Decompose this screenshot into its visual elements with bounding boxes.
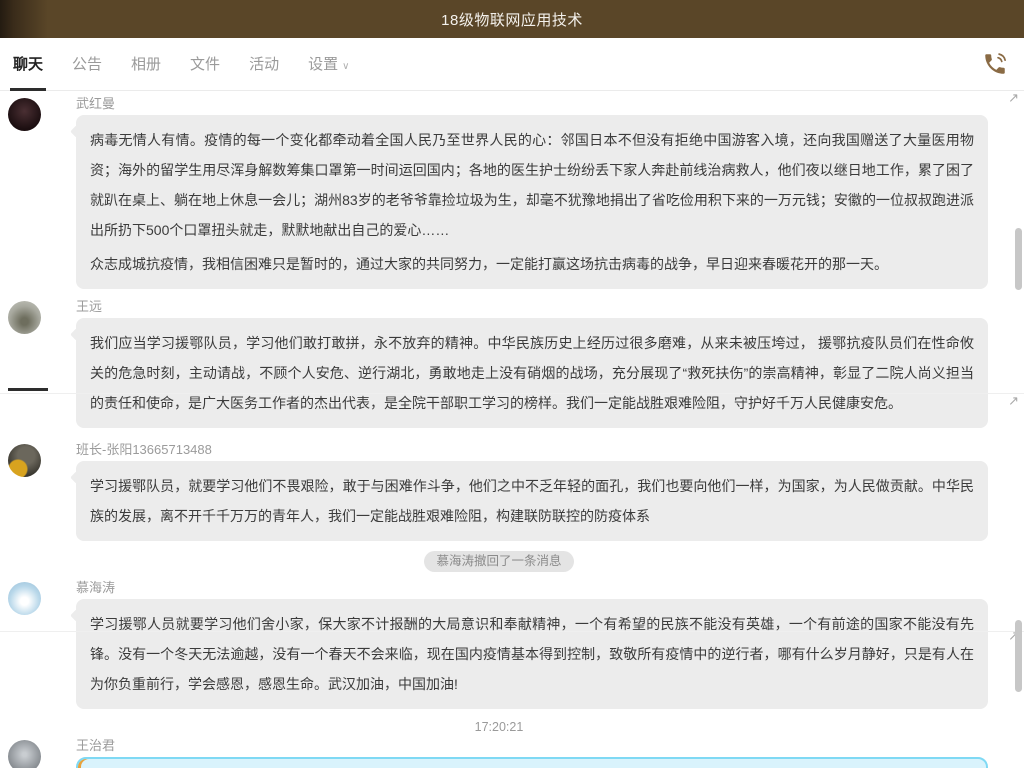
message-bubble[interactable]: 我们应当学习援鄂队员，学习他们敢打敢拼，永不放弃的精神。中华民族历史上经历过很多… [76,318,988,428]
tab-activity[interactable]: 活动 [246,38,282,91]
chevron-down-icon: ∨ [342,61,349,72]
scrollbar-thumb[interactable] [1015,228,1022,290]
sender-name: 武红曼 [76,96,990,112]
message-text: 众志成城抗疫情，我相信困难只是暂时的，通过大家的共同努力，一定能打赢这场抗击病毒… [90,249,974,279]
message-bubble[interactable]: 学习援鄂队员，就要学习他们不畏艰险，敢于与困难作斗争，他们之中不乏年轻的面孔，我… [76,461,988,541]
jump-arrow-icon[interactable]: ↗ [1008,92,1019,104]
tab-chat[interactable]: 聊天 [10,38,46,91]
message-text: 学习援鄂队员，就要学习他们不畏艰险，敢于与困难作斗争，他们之中不乏年轻的面孔，我… [90,471,974,531]
timestamp: 17:20:21 [8,718,990,736]
scrollbar-thumb[interactable] [1015,620,1022,692]
message-text: 学习援鄂人员就要学习他们舍小家，保大家不计报酬的大局意识和奉献精神，一个有希望的… [90,609,974,699]
tab-settings-label: 设置 [308,56,338,73]
sender-name: 王治君 [76,738,990,754]
message-wangyuan: 王远 我们应当学习援鄂队员，学习他们敢打敢拼，永不放弃的精神。中华民族历史上经历… [8,299,990,428]
sender-name: 王远 [76,299,990,315]
jump-arrow-icon[interactable]: ↗ [1008,395,1019,407]
tab-announcements[interactable]: 公告 [69,38,105,91]
message-bubble[interactable]: 学习援鄂人员就要学习他们舍小家，保大家不计报酬的大局意识和奉献精神，一个有希望的… [76,599,988,709]
message-banzhang: 班长-张阳13665713488 学习援鄂队员，就要学习他们不畏艰险，敢于与困难… [8,442,990,541]
message-bubble[interactable]: 病毒无情人有情。疫情的每一个变化都牵动着全国人民乃至世界人民的心：邻国日本不但没… [76,115,988,289]
stitch-divider [0,631,1024,632]
avatar[interactable] [8,98,41,131]
tab-album[interactable]: 相册 [128,38,164,91]
message-wuhongman: 武红曼 病毒无情人有情。疫情的每一个变化都牵动着全国人民乃至世界人民的心：邻国日… [8,96,990,289]
tab-underline-artifact [8,388,48,391]
tab-settings[interactable]: 设置 ∨ [305,38,352,91]
recall-notice: 慕海涛撤回了一条消息 [424,551,573,572]
avatar[interactable] [8,582,41,615]
stitch-divider [0,393,1024,394]
chat-window: 18级物联网应用技术 聊天 公告 相册 文件 活动 设置 ∨ 武红曼 病毒无情人有… [0,0,1024,768]
sender-name: 慕海涛 [76,580,990,596]
tab-files[interactable]: 文件 [187,38,223,91]
avatar[interactable] [8,301,41,334]
tab-bar: 聊天 公告 相册 文件 活动 设置 ∨ [0,38,1024,91]
avatar[interactable] [8,444,41,477]
sender-name: 班长-张阳13665713488 [76,442,990,458]
message-text: 病毒无情人有情。疫情的每一个变化都牵动着全国人民乃至世界人民的心：邻国日本不但没… [90,125,974,245]
group-title: 18级物联网应用技术 [441,9,583,30]
recall-notice-row: 慕海涛撤回了一条消息 [8,551,990,572]
message-wangzhijun: 王治君 学习援鄂队员，就要学习他们迎难而上、舍生忘死的无畏勇气和坚定信心。疫情蔓… [8,738,990,768]
message-bubble-highlighted[interactable]: 学习援鄂队员，就要学习他们迎难而上、舍生忘死的无畏勇气和坚定信心。疫情蔓延，在很… [76,757,988,768]
avatar[interactable] [8,740,41,768]
phone-call-icon[interactable] [980,49,1010,79]
message-list: 武红曼 病毒无情人有情。疫情的每一个变化都牵动着全国人民乃至世界人民的心：邻国日… [0,91,1024,768]
message-text: 我们应当学习援鄂队员，学习他们敢打敢拼，永不放弃的精神。中华民族历史上经历过很多… [90,328,974,418]
message-muhaitao: 慕海涛 学习援鄂人员就要学习他们舍小家，保大家不计报酬的大局意识和奉献精神，一个… [8,580,990,709]
title-bar: 18级物联网应用技术 [0,0,1024,38]
